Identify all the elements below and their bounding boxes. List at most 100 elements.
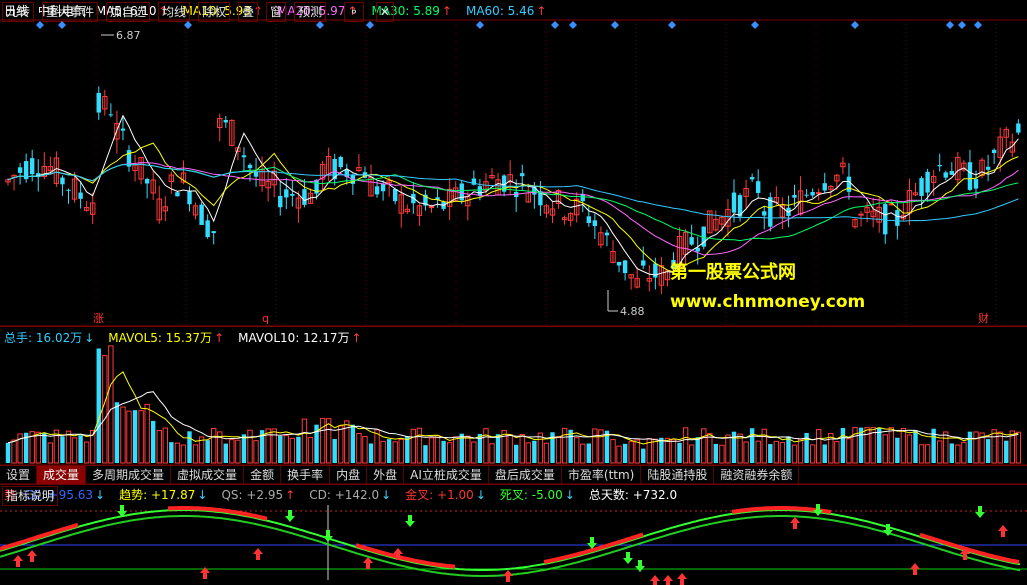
candle-down bbox=[822, 183, 827, 191]
volume-bar-up bbox=[670, 439, 677, 464]
volume-bar-down bbox=[695, 437, 700, 463]
event-diamond-icon bbox=[569, 21, 577, 29]
volume-bar-up bbox=[809, 444, 816, 464]
candle-down bbox=[17, 167, 23, 173]
volume-bar-up bbox=[162, 427, 169, 464]
volume-bar-up bbox=[1015, 431, 1022, 464]
volume-bar-down bbox=[985, 439, 991, 463]
volume-bar-down bbox=[514, 444, 519, 463]
volume-bar-down bbox=[641, 448, 646, 463]
volume-bar-up bbox=[652, 438, 659, 464]
volume-bar-down bbox=[949, 443, 954, 463]
event-diamond-icon bbox=[36, 21, 44, 29]
candle-down bbox=[380, 183, 386, 192]
volume-bar-up bbox=[398, 438, 404, 464]
volume-bar-up bbox=[846, 438, 852, 464]
volume-bar-up bbox=[483, 428, 489, 464]
candle-down bbox=[253, 171, 259, 177]
sell-arrow-icon bbox=[285, 510, 295, 522]
buy-arrow-icon bbox=[27, 550, 37, 562]
candle-down bbox=[641, 260, 646, 266]
volume-bar-up bbox=[701, 428, 707, 464]
sell-arrow-icon bbox=[405, 515, 415, 527]
candle-down bbox=[241, 155, 247, 158]
volume-bar-up bbox=[356, 433, 362, 464]
volume-bar-down bbox=[60, 436, 65, 463]
volume-bar-down bbox=[169, 442, 174, 463]
volume-bar-up bbox=[83, 441, 90, 464]
volume-bar-up bbox=[688, 444, 695, 464]
candle-down bbox=[592, 220, 598, 227]
candle-down bbox=[985, 166, 991, 170]
volume-bar-up bbox=[888, 427, 894, 464]
volume-bar-up bbox=[126, 410, 132, 464]
volume-bar-up bbox=[943, 431, 949, 464]
volume-bar-up bbox=[937, 440, 943, 464]
volume-bar-down bbox=[713, 443, 719, 463]
candle-down bbox=[290, 194, 295, 196]
volume-bar-up bbox=[991, 429, 997, 464]
candle-down bbox=[284, 189, 289, 198]
volume-bar-up bbox=[465, 435, 471, 464]
buy-arrow-icon bbox=[663, 575, 673, 585]
volume-bar-up bbox=[882, 434, 888, 464]
mavol10-line bbox=[7, 391, 1019, 444]
volume-bar-up bbox=[725, 434, 731, 464]
volume-bar-up bbox=[319, 417, 326, 464]
volume-bar-up bbox=[961, 441, 967, 464]
volume-bar-down bbox=[1004, 440, 1009, 463]
volume-bar-down bbox=[586, 443, 591, 463]
event-marker: q bbox=[262, 312, 269, 325]
volume-bar-up bbox=[211, 427, 217, 464]
buy-arrow-icon bbox=[503, 570, 513, 582]
buy-arrow-icon bbox=[790, 517, 800, 529]
volume-bar-up bbox=[47, 442, 54, 464]
volume-bar-up bbox=[628, 441, 634, 464]
candle-down bbox=[96, 92, 101, 113]
volume-bar-up bbox=[156, 430, 162, 464]
volume-bar-down bbox=[967, 431, 973, 463]
candle-down bbox=[144, 178, 150, 184]
volume-bar-up bbox=[574, 437, 580, 464]
volume-bar-up bbox=[235, 439, 241, 464]
candle-down bbox=[895, 210, 900, 226]
volume-bar-up bbox=[453, 436, 459, 464]
candle-down bbox=[731, 192, 737, 213]
volume-bar-down bbox=[822, 444, 827, 463]
candle-down bbox=[991, 149, 997, 154]
candle-down bbox=[810, 192, 815, 196]
buy-arrow-icon bbox=[253, 548, 263, 560]
watermark-title: 第一股票公式网 bbox=[670, 262, 796, 283]
volume-bar-up bbox=[501, 430, 507, 464]
volume-bar-up bbox=[229, 439, 235, 464]
candle-up bbox=[428, 206, 435, 209]
candle-down bbox=[520, 173, 525, 177]
volume-bar-up bbox=[416, 427, 423, 464]
volume-bar-up bbox=[634, 439, 640, 464]
volume-bar-down bbox=[350, 424, 356, 463]
candle-down bbox=[338, 156, 343, 168]
volume-bar-up bbox=[65, 430, 72, 464]
volume-bar-up bbox=[138, 410, 144, 464]
volume-bar-down bbox=[332, 438, 337, 463]
candle-down bbox=[846, 176, 852, 192]
candle-down bbox=[477, 186, 483, 196]
volume-bar-down bbox=[895, 437, 900, 463]
volume-bar-down bbox=[368, 443, 374, 463]
chart-canvas[interactable]: 6.87 4.88 涨 q 财 bbox=[0, 0, 1027, 585]
volume-bar-up bbox=[834, 441, 840, 464]
volume-bar-up bbox=[428, 437, 435, 464]
volume-bar-down bbox=[386, 439, 392, 463]
candle-down bbox=[586, 216, 591, 223]
candle-down bbox=[604, 232, 610, 236]
volume-bar-down bbox=[749, 428, 755, 463]
volume-bar-down bbox=[78, 435, 83, 463]
volume-bar-up bbox=[664, 437, 671, 464]
volume-bar-up bbox=[410, 428, 417, 464]
volume-bar-up bbox=[816, 429, 822, 464]
candle-down bbox=[937, 165, 942, 167]
volume-bar-up bbox=[755, 440, 761, 464]
volume-bar-down bbox=[768, 444, 773, 463]
volume-bar-down bbox=[659, 437, 664, 463]
candle-down bbox=[108, 114, 114, 116]
